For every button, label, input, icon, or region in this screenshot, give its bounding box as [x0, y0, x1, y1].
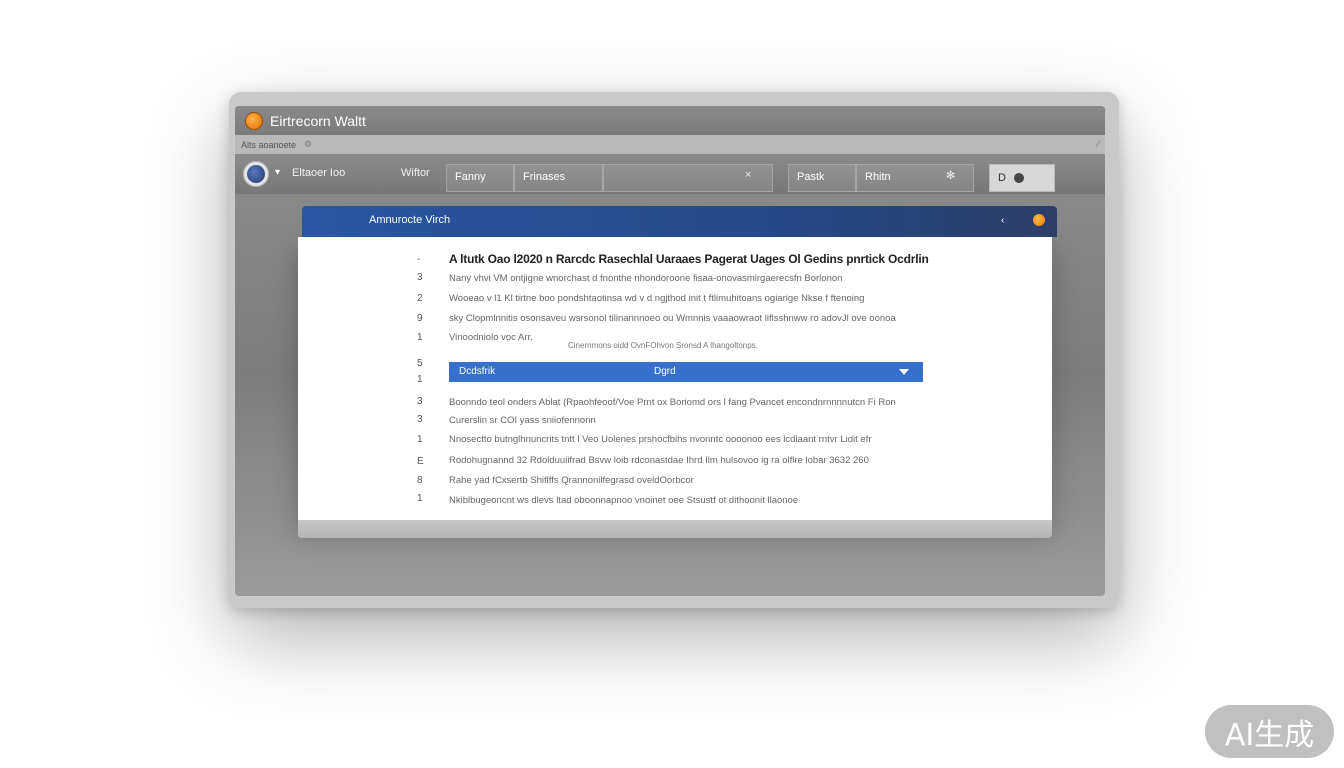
toolbar-button[interactable]: D: [989, 164, 1055, 192]
text-line: Nkiblbugeoncnt ws dlevs ltad oboonnapnoo…: [449, 495, 799, 506]
line-number: 9: [417, 313, 423, 324]
home-button[interactable]: [243, 161, 269, 187]
title-bar: Eirtrecorn Waltt: [235, 106, 1105, 135]
line-number: 2: [417, 293, 423, 304]
menu-gear-icon[interactable]: ⚙: [304, 139, 312, 150]
dialog-body: A ltutk Oao l2020 n Rarcdc Rasechlal Uar…: [298, 237, 1052, 520]
dropdown-value: Dgrd: [654, 366, 676, 377]
toolbar-label-secondary[interactable]: Wiftor: [401, 167, 430, 179]
line-number: 3: [417, 396, 423, 407]
line-number: 5: [417, 358, 423, 369]
dialog-title: Amnurocte Virch: [369, 214, 451, 226]
document-heading: A ltutk Oao l2020 n Rarcdc Rasechlal Uar…: [449, 252, 929, 266]
toolbar-field-5[interactable]: Rhitn: [856, 164, 974, 192]
resize-grip-icon: ⁄: [1097, 139, 1099, 149]
line-number: 1: [417, 493, 423, 504]
text-line: Nany vhvi VM ontjigne wnorchast d fnonth…: [449, 273, 843, 284]
line-number: 3: [417, 272, 423, 283]
menu-item[interactable]: Alts aoanoete: [241, 140, 296, 150]
ai-generated-badge: AI生成: [1205, 705, 1334, 758]
text-line: Curerslin sr COI yass sniiofennonn: [449, 415, 596, 426]
line-number: -: [417, 254, 421, 265]
text-line: Rahe yad fCxsertb Shiflffs Qrannonilfegr…: [449, 475, 694, 486]
toolbar-label[interactable]: Eltaoer Ioo: [292, 167, 345, 179]
line-number: E: [417, 456, 424, 467]
toolbar-button-label: D: [998, 172, 1006, 184]
text-line: Wooeao v l1 Kl tirtne boo pondshtaotinsa…: [449, 293, 865, 304]
toolbar: ▾ Eltaoer Ioo Wiftor Fanny Frinases × Pa…: [235, 154, 1105, 194]
line-number: 1: [417, 332, 423, 343]
line-number: 1: [417, 434, 423, 445]
asterisk-icon[interactable]: ✻: [946, 169, 955, 182]
line-number: 3: [417, 414, 423, 425]
dropdown-label: Dcdsfrik: [459, 366, 496, 377]
dropdown-select[interactable]: Dcdsfrik Dgrd: [449, 362, 923, 382]
dialog-close-icon[interactable]: [1033, 214, 1045, 226]
globe-icon: [247, 165, 265, 183]
chat-icon: [1013, 173, 1024, 183]
dialog-footer: [298, 520, 1052, 538]
toolbar-field-2[interactable]: Frinases: [514, 164, 603, 192]
menu-bar: Alts aoanoete ⚙ ⁄: [235, 135, 1105, 154]
line-number: 8: [417, 475, 423, 486]
caret-down-icon: [899, 369, 909, 375]
text-line: Boonndo teol onders Ablat (Rpaohfeoof/Vo…: [449, 397, 896, 408]
dialog-header: Amnurocte Virch ‹: [302, 206, 1057, 237]
window-title: Eirtrecorn Waltt: [270, 112, 366, 129]
text-line: Nnosectto butnglhnuncrits tntt l Veo Uol…: [449, 434, 872, 445]
text-line: Rodohugnannd 32 Rdoiduuiifrad Bsvw loib …: [449, 455, 869, 466]
text-line: Vinoodniolo voc Arr.: [449, 332, 533, 343]
caption-text: Cinernmons oidd OvnFOhvon Sronsd A lhang…: [568, 341, 758, 350]
text-line: sky Clopmlnnitis osonsaveu wsrsonol tili…: [449, 313, 896, 324]
dialog-minimize-icon[interactable]: ‹: [1001, 215, 1004, 226]
toolbar-field-1[interactable]: Fanny: [446, 164, 514, 192]
toolbar-field-4[interactable]: Pastk: [788, 164, 856, 192]
clear-icon[interactable]: ×: [745, 169, 751, 181]
line-number: 1: [417, 374, 423, 385]
chevron-down-icon[interactable]: ▾: [275, 167, 280, 178]
app-logo-icon: [245, 111, 263, 130]
